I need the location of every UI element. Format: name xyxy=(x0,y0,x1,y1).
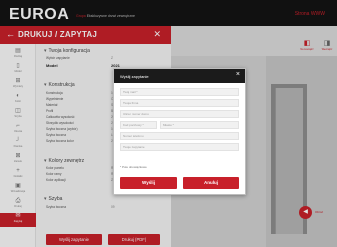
close-icon[interactable]: × xyxy=(236,71,240,78)
city-field[interactable] xyxy=(160,121,239,129)
company-field[interactable] xyxy=(120,99,239,107)
postcode-field[interactable] xyxy=(120,121,157,129)
cancel-button[interactable]: Anuluj xyxy=(183,177,239,189)
message-field[interactable] xyxy=(120,143,239,151)
send-inquiry-dialog: Wyślij zapytanie × * Pole obowiązkowe Wy… xyxy=(113,68,246,195)
address-field[interactable] xyxy=(120,110,239,118)
phone-field[interactable] xyxy=(120,132,239,140)
dialog-title: Wyślij zapytanie xyxy=(120,74,149,79)
send-button[interactable]: Wyślij xyxy=(120,177,177,189)
email-field[interactable] xyxy=(120,88,239,96)
required-note: * Pole obowiązkowe xyxy=(120,165,147,169)
dialog-header: Wyślij zapytanie × xyxy=(114,69,245,83)
